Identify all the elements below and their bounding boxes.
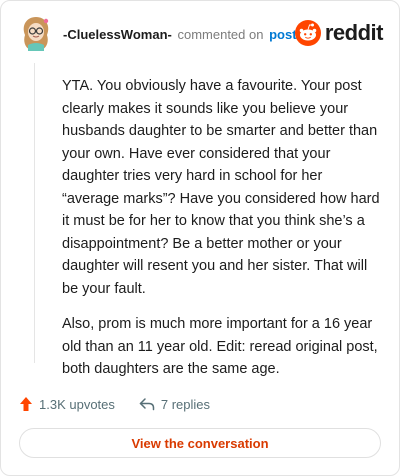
comment-paragraph: YTA. You obviously have a favourite. You…	[62, 78, 380, 297]
thread-line	[34, 63, 35, 363]
comment-meta: -CluelessWoman- commented on post	[63, 27, 297, 42]
post-link[interactable]: post	[269, 27, 296, 42]
reddit-brand[interactable]: reddit	[294, 19, 384, 47]
comment-actions: 1.3K upvotes 7 replies	[19, 393, 234, 415]
reddit-wordmark: reddit	[324, 20, 384, 45]
upvote-arrow-icon	[20, 397, 32, 411]
view-conversation-button[interactable]: View the conversation	[19, 428, 381, 458]
comment-card: -CluelessWoman- commented on post reddit…	[0, 0, 400, 476]
upvote-button[interactable]: 1.3K upvotes	[19, 396, 115, 412]
upvote-count: 1.3K upvotes	[39, 396, 115, 412]
replies-button[interactable]: 7 replies	[139, 397, 210, 412]
comment-paragraph: Also, prom is much more important for a …	[62, 316, 378, 377]
commented-on-text: commented on	[177, 27, 264, 42]
avatar[interactable]	[19, 15, 53, 51]
username-link[interactable]: -CluelessWoman-	[63, 27, 172, 42]
reply-count: 7 replies	[160, 396, 211, 412]
comment-header: -CluelessWoman- commented on post reddit	[19, 15, 384, 55]
comment-body: YTA. You obviously have a favourite. You…	[62, 75, 380, 394]
reply-arrow-icon	[139, 398, 155, 411]
reddit-logo-icon	[294, 20, 321, 46]
